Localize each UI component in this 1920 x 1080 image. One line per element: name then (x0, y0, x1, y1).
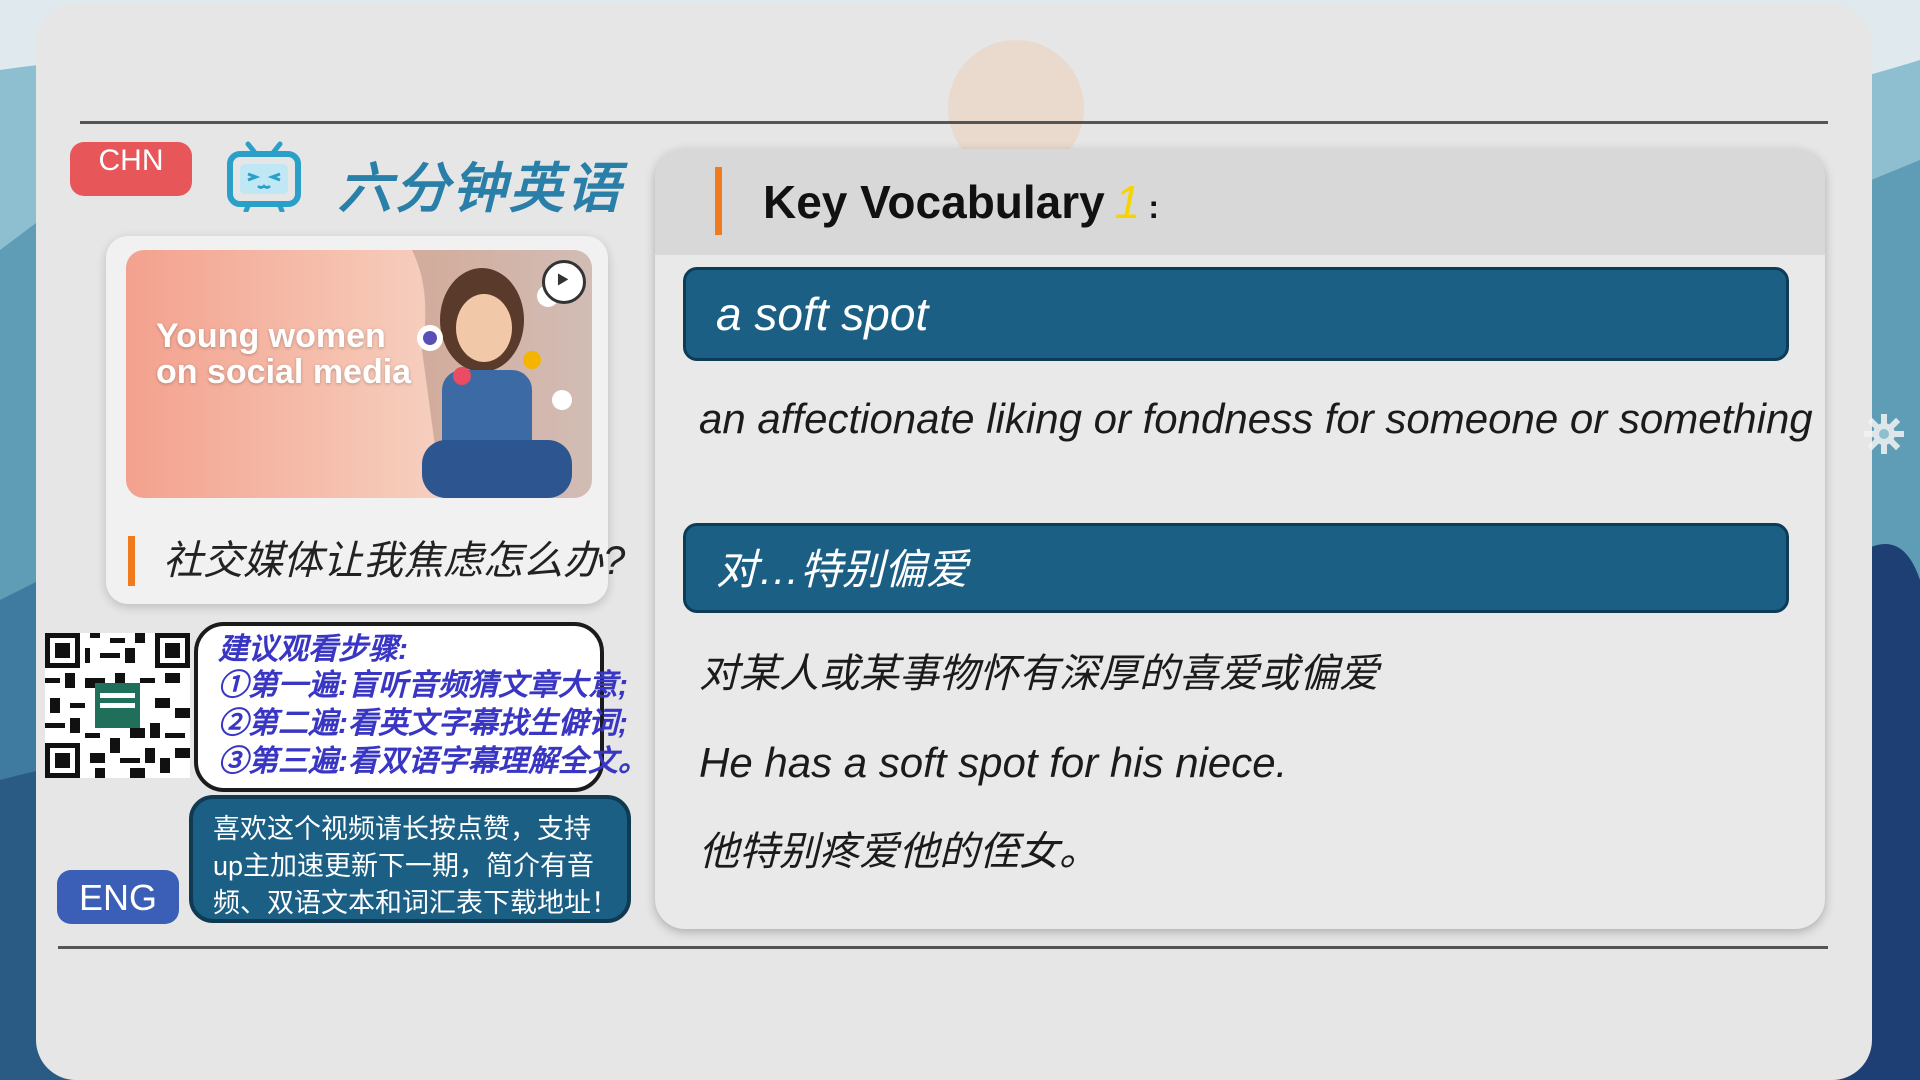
definition-english: an affectionate liking or fondness for s… (699, 395, 1813, 442)
like-prompt-bubble: 喜欢这个视频请长按点赞，支持 up主加速更新下一期，简介有音 频、双语文本和词汇… (189, 795, 631, 923)
brand-title: 六分钟英语 (338, 159, 623, 219)
qr-code-icon (45, 633, 190, 778)
like-prompt-line-2: up主加速更新下一期，简介有音 (213, 851, 595, 881)
steps-title: 建议观看步骤: (218, 633, 408, 666)
episode-caption: 社交媒体让我焦虑怎么办? (128, 536, 625, 586)
top-divider (80, 121, 1828, 124)
six-minute-english-badge-icon (542, 260, 586, 304)
vocabulary-title-text: Key Vocabulary (763, 176, 1105, 228)
example-chinese: 他特别疼爱他的侄女。 (699, 830, 1099, 874)
like-prompt-line-3: 频、双语文本和词汇表下载地址！ (213, 888, 618, 918)
header-accent-bar (715, 167, 722, 235)
key-vocabulary-panel: Key Vocabulary 1: a soft spot an affectio… (655, 149, 1825, 929)
step-1: ①第一遍:盲听音频猜文章大意; (218, 669, 628, 702)
vocabulary-header: Key Vocabulary 1: (655, 149, 1825, 255)
term-chinese-bar: 对…特别偏爱 (683, 523, 1789, 613)
eng-language-button[interactable]: ENG (57, 870, 179, 924)
episode-card[interactable]: Young women on social media 社交媒体让我焦虑怎么办? (106, 236, 625, 604)
vocabulary-title: Key Vocabulary 1: (763, 175, 1159, 229)
example-english: He has a soft spot for his niece. (699, 739, 1288, 786)
chn-language-button[interactable]: CHN (70, 142, 192, 196)
step-2: ②第二遍:看英文字幕找生僻词; (218, 707, 628, 740)
vocabulary-number: 1 (1114, 176, 1141, 228)
episode-thumbnail[interactable]: Young women on social media (126, 250, 592, 498)
bottom-divider (58, 946, 1828, 949)
bilibili-tv-icon (226, 140, 302, 214)
definition-chinese: 对某人或某事物怀有深厚的喜爱或偏爱 (699, 652, 1379, 696)
vocabulary-colon: : (1148, 189, 1159, 225)
like-prompt-line-1: 喜欢这个视频请长按点赞，支持 (213, 814, 591, 844)
term-english-bar: a soft spot (683, 267, 1789, 361)
step-3: ③第三遍:看双语字幕理解全文。 (218, 745, 648, 778)
viewing-steps-bubble: 建议观看步骤: ①第一遍:盲听音频猜文章大意; ②第二遍:看英文字幕找生僻词; … (194, 622, 648, 792)
gear-icon (1862, 412, 1906, 456)
